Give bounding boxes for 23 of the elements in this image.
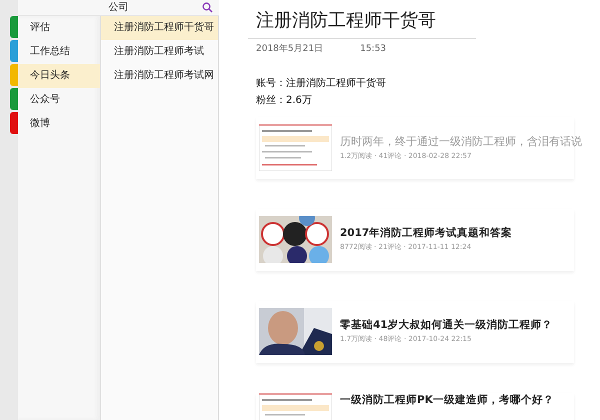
search-icon[interactable] — [202, 2, 213, 13]
notebook-tab[interactable] — [10, 112, 18, 134]
note-date: 2018年5月21日 — [256, 43, 324, 56]
note-time: 15:53 — [360, 43, 386, 56]
article-title[interactable]: 一级消防工程师PK一级建造师，考哪个好？ — [340, 392, 554, 408]
notebook-item[interactable]: 今日头条 — [18, 64, 100, 88]
notebook-tab[interactable] — [10, 88, 18, 110]
notebook-tab[interactable] — [10, 64, 18, 86]
note-item[interactable]: 注册消防工程师考试 — [101, 40, 218, 64]
article-title[interactable]: 2017年消防工程师考试真题和答案 — [340, 226, 512, 242]
info-line: 账号：注册消防工程师干货哥 — [256, 76, 387, 90]
article-title[interactable]: 零基础41岁大叔如何通关一级消防工程师？ — [340, 318, 553, 334]
notebook-item[interactable]: 评估 — [18, 16, 100, 40]
header-title: 公司 — [108, 1, 128, 15]
notebook-tab[interactable] — [10, 16, 18, 38]
info-line: 粉丝：2.6万 — [256, 94, 313, 108]
notebook-item[interactable]: 工作总结 — [18, 40, 100, 64]
notebook-item[interactable]: 微博 — [18, 112, 100, 136]
note-item[interactable]: 注册消防工程师干货哥 — [101, 16, 218, 40]
note-title: 注册消防工程师干货哥 — [256, 9, 437, 33]
notebook-item[interactable]: 公众号 — [18, 88, 100, 112]
note-item[interactable]: 注册消防工程师考试网 — [101, 64, 218, 88]
notebook-tab[interactable] — [10, 40, 18, 62]
